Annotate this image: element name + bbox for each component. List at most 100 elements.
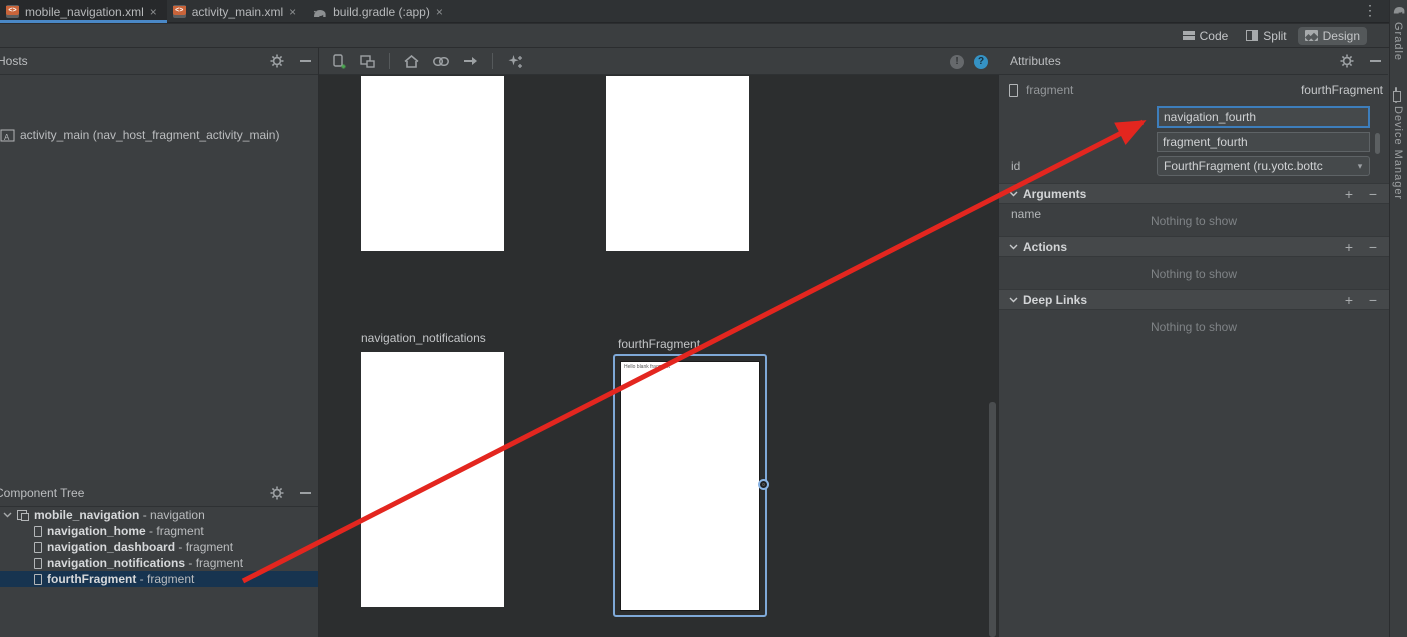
tree-item-mobile-navigation[interactable]: mobile_navigation - navigation: [0, 507, 318, 523]
design-mode-button[interactable]: Design: [1298, 27, 1367, 45]
destination-label-notifications[interactable]: navigation_notifications: [361, 331, 486, 345]
add-destination-icon[interactable]: [333, 54, 346, 69]
host-item-activity-main[interactable]: A activity_main (nav_host_fragment_activ…: [0, 128, 279, 142]
attributes-panel-header: Attributes: [998, 48, 1388, 75]
actions-section-header[interactable]: Actions + −: [999, 236, 1389, 257]
close-icon[interactable]: ×: [150, 6, 157, 18]
destination-preview-home[interactable]: [361, 76, 504, 251]
remove-action-icon[interactable]: −: [1369, 239, 1377, 255]
more-options-icon[interactable]: ⋮: [1363, 2, 1377, 19]
design-surface[interactable]: ! ? navigation_notifications fourthFragm…: [319, 48, 998, 637]
code-mode-button[interactable]: Code: [1176, 27, 1236, 45]
code-lines-icon: [1183, 31, 1195, 41]
actions-empty-text: Nothing to show: [999, 267, 1389, 281]
destination-preview-dashboard[interactable]: [606, 76, 749, 251]
fragment-icon: [34, 574, 42, 585]
split-mode-label: Split: [1263, 29, 1286, 43]
component-tree-header: Component Tree: [0, 480, 318, 507]
component-tree-title: Component Tree: [0, 486, 84, 500]
design-toolbar: ! ?: [319, 48, 998, 75]
destination-preview-notifications[interactable]: [361, 352, 504, 607]
editor-mode-bar: Code Split Design: [0, 24, 1389, 48]
design-mode-label: Design: [1323, 29, 1360, 43]
action-arrow-icon[interactable]: [463, 56, 478, 66]
tab-activity-main[interactable]: activity_main.xml ×: [167, 0, 306, 23]
add-deep-link-icon[interactable]: +: [1345, 292, 1353, 308]
hide-panel-icon[interactable]: [1370, 60, 1381, 62]
device-manager-tool-button[interactable]: Device Manager: [1392, 106, 1404, 200]
destination-preview-fourth[interactable]: Hello blank fragment: [620, 361, 760, 611]
fragment-icon: [34, 542, 42, 553]
hosts-panel-header: Hosts: [0, 48, 318, 75]
deep-link-icon[interactable]: [433, 57, 449, 66]
xml-file-icon: [6, 5, 19, 18]
canvas-scrollbar[interactable]: [989, 402, 996, 637]
chevron-down-icon[interactable]: [1009, 191, 1018, 197]
help-icon[interactable]: ?: [974, 55, 988, 69]
fragment-preview-text: Hello blank fragment: [624, 364, 670, 370]
hide-panel-icon[interactable]: [300, 60, 311, 62]
warning-icon[interactable]: !: [950, 55, 964, 69]
device-manager-icon[interactable]: [1395, 87, 1397, 103]
add-action-icon[interactable]: +: [1345, 239, 1353, 255]
activity-icon: A: [0, 129, 15, 142]
attributes-panel: fragment fourthFragment id label name Fo…: [998, 48, 1389, 637]
tab-label: mobile_navigation.xml: [25, 5, 144, 19]
attributes-scrollbar[interactable]: [1375, 133, 1380, 154]
gear-icon[interactable]: [270, 486, 284, 500]
name-field-dropdown[interactable]: FourthFragment (ru.yotc.bottc ▾: [1157, 156, 1370, 176]
close-icon[interactable]: ×: [289, 6, 296, 18]
toolbar-separator: [389, 53, 390, 69]
destination-label-fourth[interactable]: fourthFragment: [618, 337, 700, 351]
remove-deep-link-icon[interactable]: −: [1369, 292, 1377, 308]
nested-graph-icon[interactable]: [360, 55, 375, 68]
hide-panel-icon[interactable]: [300, 492, 311, 494]
android-studio-navigation-editor: mobile_navigation.xml × activity_main.xm…: [0, 0, 1407, 637]
tree-item-navigation-home[interactable]: navigation_home - fragment: [0, 523, 318, 539]
gradle-icon[interactable]: [1392, 3, 1406, 15]
close-icon[interactable]: ×: [436, 6, 443, 18]
label-field-input[interactable]: [1157, 132, 1370, 152]
gear-icon[interactable]: [1340, 54, 1354, 68]
toolbar-separator: [492, 53, 493, 69]
fragment-icon: [34, 526, 42, 537]
svg-text:A: A: [4, 133, 10, 142]
chevron-down-icon[interactable]: [3, 512, 12, 518]
dropdown-arrow-icon: ▾: [1351, 161, 1369, 172]
arguments-section-header[interactable]: Arguments + −: [999, 183, 1389, 204]
tree-item-navigation-dashboard[interactable]: navigation_dashboard - fragment: [0, 539, 318, 555]
arguments-empty-text: Nothing to show: [999, 214, 1389, 228]
right-tool-strip: Gradle Device Manager: [1389, 0, 1407, 637]
gear-icon[interactable]: [270, 54, 284, 68]
code-mode-label: Code: [1200, 29, 1229, 43]
name-field-value: FourthFragment (ru.yotc.bottc: [1164, 159, 1323, 173]
remove-argument-icon[interactable]: −: [1369, 186, 1377, 202]
split-mode-button[interactable]: Split: [1239, 27, 1293, 45]
home-icon[interactable]: [404, 55, 419, 68]
design-picture-icon: [1305, 30, 1318, 41]
chevron-down-icon[interactable]: [1009, 297, 1018, 303]
gradle-icon: [312, 6, 327, 18]
host-item-label: activity_main (nav_host_fragment_activit…: [20, 128, 279, 142]
add-argument-icon[interactable]: +: [1345, 186, 1353, 202]
tree-item-navigation-notifications[interactable]: navigation_notifications - fragment: [0, 555, 318, 571]
component-id: fourthFragment: [1301, 83, 1383, 97]
deep-links-empty-text: Nothing to show: [999, 320, 1389, 334]
tab-label: activity_main.xml: [192, 5, 283, 19]
deep-links-section-header[interactable]: Deep Links + −: [999, 289, 1389, 310]
gradle-tool-button[interactable]: Gradle: [1392, 22, 1404, 61]
tab-mobile-navigation[interactable]: mobile_navigation.xml ×: [0, 0, 167, 23]
split-view-icon: [1246, 30, 1258, 41]
component-type: fragment: [1026, 83, 1073, 97]
tree-item-fourth-fragment[interactable]: fourthFragment - fragment: [0, 571, 318, 587]
tab-build-gradle[interactable]: build.gradle (:app) ×: [306, 0, 453, 23]
auto-arrange-icon[interactable]: [507, 54, 523, 69]
tab-label: build.gradle (:app): [333, 5, 430, 19]
navigation-graph-icon: [17, 510, 29, 521]
action-handle[interactable]: [758, 479, 769, 490]
editor-tab-bar: mobile_navigation.xml × activity_main.xm…: [0, 0, 1389, 23]
chevron-down-icon[interactable]: [1009, 244, 1018, 250]
id-field-input[interactable]: [1157, 106, 1370, 128]
fragment-icon: [1009, 84, 1018, 97]
component-tree: mobile_navigation - navigation navigatio…: [0, 507, 318, 587]
